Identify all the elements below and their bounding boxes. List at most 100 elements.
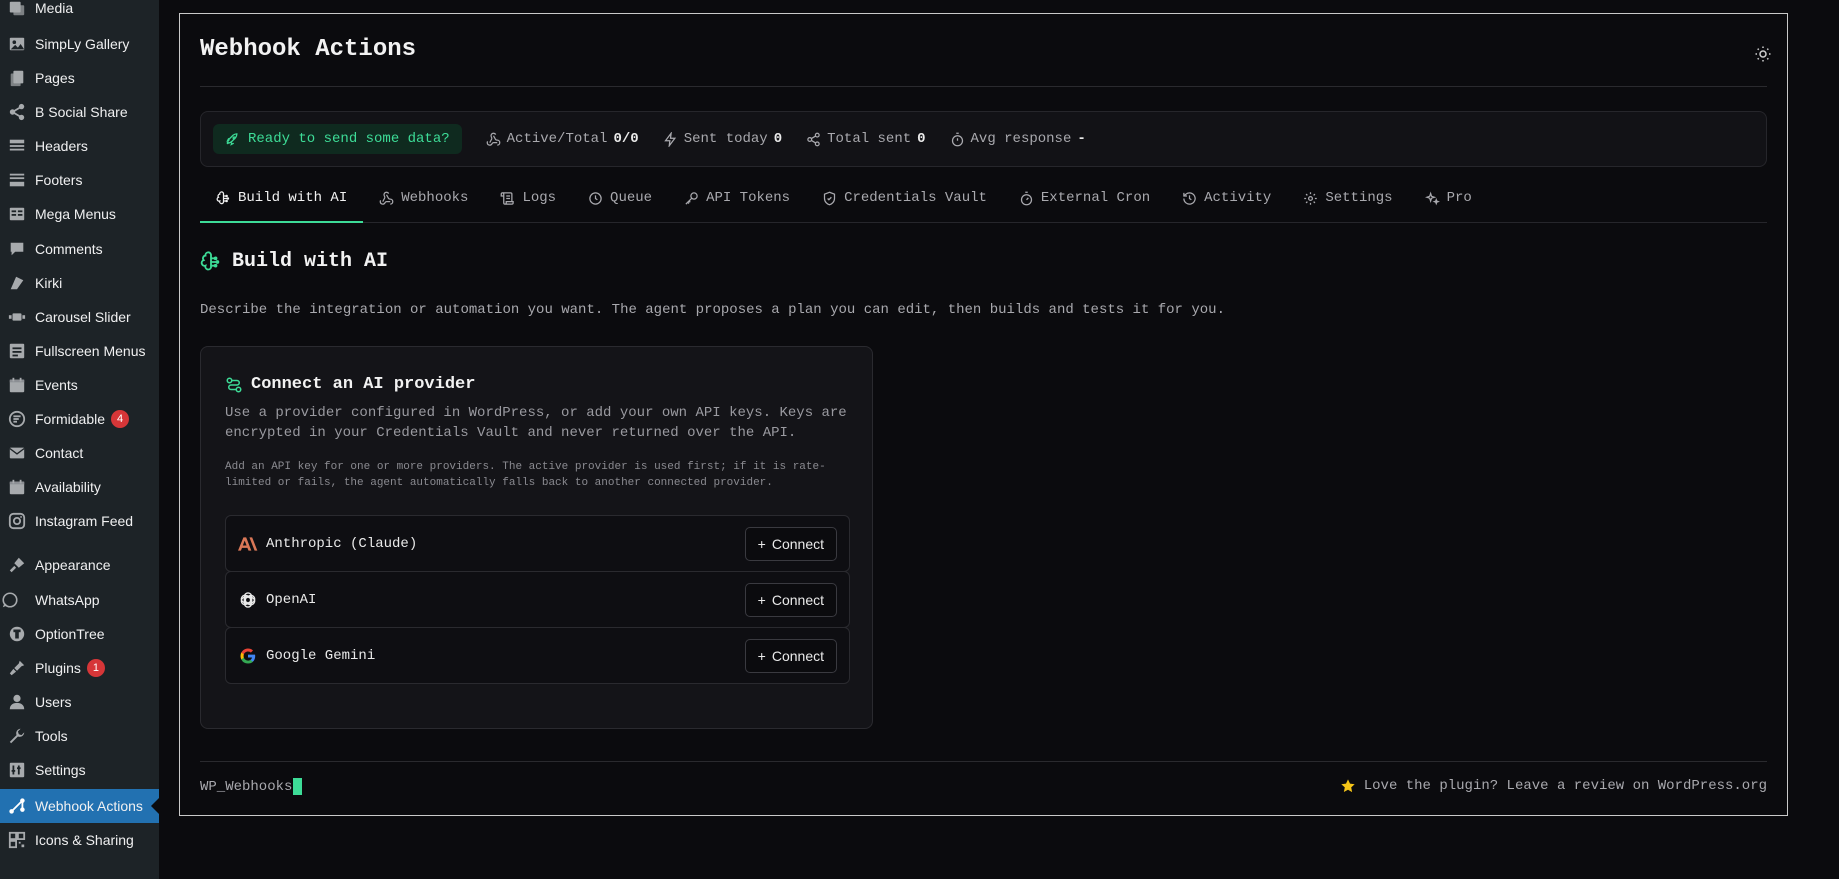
sidebar-item-headers[interactable]: Headers [0, 129, 159, 163]
connect-provider-card: Connect an AI provider Use a provider co… [200, 346, 873, 729]
sidebar-item-tools[interactable]: Tools [0, 719, 159, 753]
sidebar-item-webhook-actions[interactable]: Webhook Actions [0, 789, 159, 823]
sidebar-item-appearance[interactable]: Appearance [0, 548, 159, 582]
calendar-icon [7, 477, 27, 497]
tab-credentials-vault[interactable]: Credentials Vault [806, 186, 1003, 221]
sidebar-item-fullscreen-menus[interactable]: Fullscreen Menus [0, 334, 159, 368]
gallery-icon [7, 34, 27, 54]
tab-activity[interactable]: Activity [1166, 186, 1287, 221]
plugins-icon [7, 658, 27, 678]
tab-webhooks[interactable]: Webhooks [363, 186, 484, 221]
admin-sidebar: Media SimpLy Gallery Pages B Social Shar… [0, 0, 159, 879]
instagram-icon [7, 511, 27, 531]
tab-external-cron[interactable]: External Cron [1003, 186, 1166, 221]
brain-icon [200, 250, 220, 270]
terminal-cursor [293, 778, 303, 795]
section-description: Describe the integration or automation y… [200, 302, 1225, 318]
sidebar-item-availability[interactable]: Availability [0, 470, 159, 504]
media-icon [7, 0, 27, 18]
whatsapp-icon [0, 590, 20, 610]
sidebar-item-contact[interactable]: Contact [0, 436, 159, 470]
theme-toggle-button[interactable] [1751, 42, 1775, 66]
brain-icon [216, 191, 230, 205]
sidebar-item-formidable[interactable]: Formidable 4 [0, 402, 159, 436]
footers-icon [7, 170, 27, 190]
sidebar-item-media[interactable]: Media [0, 0, 159, 25]
scroll-icon [501, 192, 515, 205]
sidebar-item-comments[interactable]: Comments [0, 232, 159, 266]
kirki-icon [7, 273, 27, 293]
plus-icon: + [757, 536, 766, 552]
tab-settings[interactable]: Settings [1287, 186, 1408, 221]
gear-icon [1304, 192, 1318, 205]
star-icon [1341, 779, 1355, 793]
webhook-actions-panel: Webhook Actions Ready to send some data?… [179, 13, 1788, 816]
tab-bar: Build with AI Webhooks Logs Queue API To… [200, 186, 1767, 223]
stat-sent-today: Sent today 0 [663, 131, 782, 147]
connect-openai-button[interactable]: + Connect [744, 583, 837, 617]
sidebar-item-pages[interactable]: Pages [0, 61, 159, 95]
stats-bar: Ready to send some data? Active/Total 0/… [200, 111, 1767, 167]
share-nodes-icon [807, 132, 820, 146]
connect-google-gemini-button[interactable]: + Connect [744, 639, 837, 673]
stat-total-sent: Total sent 0 [806, 131, 926, 147]
card-description: Use a provider configured in WordPress, … [225, 405, 847, 441]
calendar-icon [7, 375, 27, 395]
sidebar-item-carousel-slider[interactable]: Carousel Slider [0, 300, 159, 334]
mega-menus-icon [7, 204, 27, 224]
header-divider [200, 86, 1767, 87]
connect-anthropic-button[interactable]: + Connect [744, 527, 837, 561]
envelope-icon [7, 443, 27, 463]
footer-brand: WP_Webhooks [200, 778, 303, 795]
route-icon [226, 377, 242, 392]
google-icon [238, 646, 258, 666]
tab-pro[interactable]: Pro [1409, 186, 1488, 221]
provider-row-google-gemini: Google Gemini + Connect [225, 627, 850, 684]
carousel-icon [7, 307, 27, 327]
status-badge: Ready to send some data? [213, 124, 462, 154]
sidebar-item-b-social-share[interactable]: B Social Share [0, 95, 159, 129]
openai-icon [238, 590, 258, 610]
stat-avg-response: Avg response - [950, 131, 1086, 147]
provider-row-openai: OpenAI + Connect [225, 571, 850, 628]
sidebar-item-instagram-feed[interactable]: Instagram Feed [0, 504, 159, 538]
tab-queue[interactable]: Queue [572, 186, 668, 221]
comments-icon [7, 239, 27, 259]
card-title: Connect an AI provider [225, 375, 475, 394]
sidebar-item-settings[interactable]: Settings [0, 753, 159, 787]
sun-icon [1755, 46, 1771, 62]
sidebar-item-optiontree[interactable]: OptionTree [0, 617, 159, 651]
sidebar-item-whatsapp[interactable]: WhatsApp [0, 583, 159, 617]
tab-api-tokens[interactable]: API Tokens [668, 186, 806, 221]
stat-active-total: Active/Total 0/0 [486, 131, 639, 147]
review-link[interactable]: Love the plugin? Leave a review on WordP… [1340, 778, 1767, 794]
history-icon [1183, 192, 1196, 205]
share-icon [7, 102, 27, 122]
headers-icon [7, 136, 27, 156]
sidebar-item-simply-gallery[interactable]: SimpLy Gallery [0, 27, 159, 61]
sidebar-item-kirki[interactable]: Kirki [0, 266, 159, 300]
qr-icon [7, 830, 27, 850]
pages-icon [7, 68, 27, 88]
settings-icon [7, 760, 27, 780]
sidebar-item-events[interactable]: Events [0, 368, 159, 402]
paintbrush-icon [7, 555, 27, 575]
stopwatch-icon [951, 132, 963, 146]
users-icon [7, 692, 27, 712]
webhook-icon [379, 191, 394, 205]
sidebar-item-plugins[interactable]: Plugins 1 [0, 651, 159, 685]
tab-logs[interactable]: Logs [484, 186, 572, 221]
plugins-badge: 1 [86, 659, 105, 677]
plus-icon: + [757, 592, 766, 608]
lightning-icon [663, 131, 676, 147]
tab-build-with-ai[interactable]: Build with AI [200, 186, 364, 223]
timer-icon [1020, 191, 1033, 206]
sidebar-item-footers[interactable]: Footers [0, 163, 159, 197]
sparkles-icon [1424, 191, 1440, 206]
sidebar-item-icons-sharing[interactable]: Icons & Sharing [0, 823, 159, 857]
sidebar-item-users[interactable]: Users [0, 685, 159, 719]
wrench-icon [7, 726, 27, 746]
webhook-icon [7, 796, 27, 816]
card-note: Add an API key for one or more providers… [225, 461, 826, 489]
sidebar-item-mega-menus[interactable]: Mega Menus [0, 197, 159, 231]
